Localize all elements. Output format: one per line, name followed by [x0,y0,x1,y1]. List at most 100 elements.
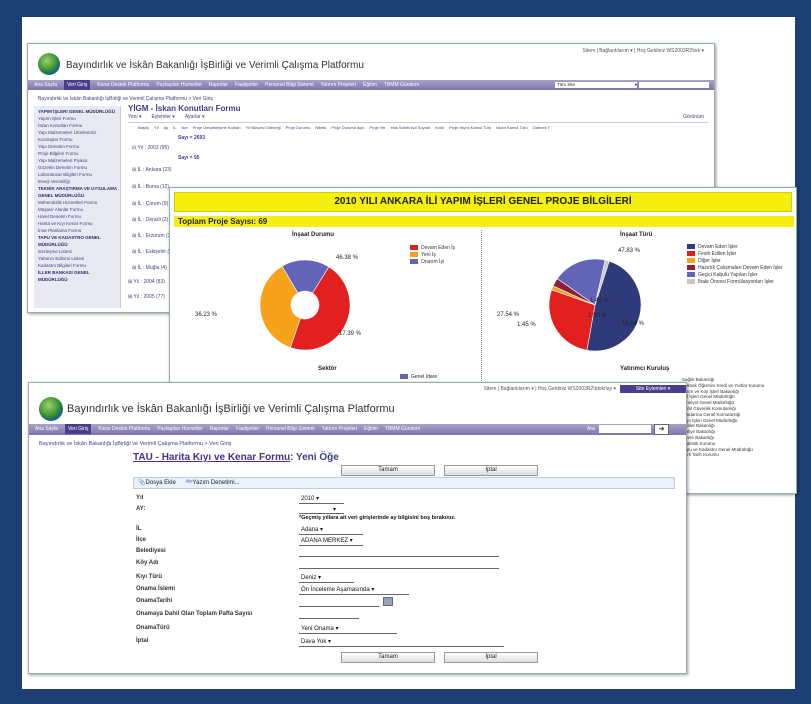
sidebar-item[interactable]: Kadastro Bilgileri Formu [34,262,120,269]
nav-item[interactable]: Faaliyetler [236,424,259,434]
sidebar-item[interactable]: Yapı Malzemeleri Piyasa [34,157,120,164]
pie-data-label: 1.45 % [590,298,609,304]
sidebar-item[interactable]: Yapı Malzemeleri Ürünlerimiz [34,129,120,136]
site-actions-menu[interactable]: Site Eylemleri ▾ [620,385,686,393]
nav-item[interactable]: Faaliyetler [235,80,258,90]
group-row[interactable]: ⊞ İL : Denizli (2) [132,217,168,223]
group-row[interactable]: ⊞ İL : Çorum (9) [132,201,168,207]
nav-item[interactable]: Eğitim [364,424,378,434]
column-header[interactable]: Proje Durumu açık [331,125,364,130]
sidebar-item[interactable]: Enerji Verimliliği [34,178,120,185]
sidebar-item[interactable]: Yapı Denetim Formu [34,143,120,150]
sidebar-item[interactable]: Yapım İşleri Formu [34,115,120,122]
nav-item[interactable]: TBMM Gündem [384,80,419,90]
nav-item[interactable]: Karar Destek Platformu [98,424,150,434]
ok-button[interactable]: Tamam [341,652,435,663]
view-selector[interactable]: Görünüm [683,114,704,120]
sidebar-item[interactable]: Proje Bilgileri Formu [34,150,120,157]
toolbar-new-menu[interactable]: Yeni ▾ [128,114,141,120]
legend-swatch [687,251,695,257]
cancel-button[interactable]: İptal [444,465,538,476]
sidebar-item[interactable]: Mühendislik Hizmetleri Formu [34,199,120,206]
pie-data-label: 47.83 % [618,248,641,254]
approval-date-input[interactable] [299,598,379,607]
ok-button[interactable]: Tamam [341,465,435,476]
column-header[interactable]: Nitelik [315,125,326,130]
group-row[interactable]: ⊞ İL : Eskişehir (5) [132,249,174,255]
nav-item[interactable]: Veri Giriş [65,424,92,434]
sidebar-item[interactable]: İmar Planlama Formu [34,227,120,234]
approval-process-select-underline [299,586,409,595]
nav-item[interactable]: Raporlar [209,80,228,90]
cancel-button[interactable]: İptal [444,652,538,663]
legend-label: Genel İdare [411,374,438,380]
field-label: Belediyesi [136,548,166,554]
sidebar-item[interactable]: İskan Konutları Formu [34,122,120,129]
group-row[interactable]: ⊞ İL : Muğla (4) [132,265,167,271]
group-row[interactable]: ⊞ Yıl : 2004 (83) [128,279,165,285]
sidebar-item[interactable]: İLLER BANKASI GENEL MÜDÜRLÜĞÜ [34,269,120,283]
sidebar-item[interactable]: YAPIM İŞLERİ GENEL MÜDÜRLÜĞÜ [34,108,120,115]
attach-button[interactable]: Dosya Ekle [145,480,175,486]
nav-item[interactable]: Karar Destek Platformu [97,80,149,90]
group-row[interactable]: ⊟ Yıl : 2003 (95) [132,145,169,151]
sidebar-item[interactable]: Müşavir Alanlar Formu [34,206,120,213]
column-header[interactable]: Proje Hiçmi Kamul Türü [449,125,491,130]
nav-item[interactable]: Paylaşılan Hizmetler [157,424,203,434]
toolbar-settings-menu[interactable]: Ayarlar ▾ [185,114,205,120]
sidebar-item[interactable]: Harel Denetim Formu [34,213,120,220]
breadcrumb[interactable]: Bayındırlık ve İskân Bakanlığı İşBirliği… [38,96,213,102]
village-input[interactable] [299,560,499,569]
group-row[interactable]: ⊞ İL : Ankara (23) [132,167,172,173]
search-input[interactable] [599,425,651,433]
nav-item[interactable]: Personel Bilgi Sistemi [265,80,313,90]
column-header[interactable]: Kodlı [435,125,444,130]
column-header[interactable]: İlce [182,125,188,130]
sidebar-item[interactable]: Kuruluşlar Formu [34,136,120,143]
search-scope-select[interactable]: Tüm Site ▾ [555,82,637,88]
spellcheck-button[interactable]: Yazım Denetimi... [193,480,240,486]
column-header[interactable]: İskan Kamul Türü [496,125,527,130]
nav-item[interactable]: Ana Sayfa [35,424,58,434]
sheet-count-input[interactable] [299,610,359,619]
column-header[interactable]: Başlık [138,125,149,130]
sidebar-item[interactable]: Yabancı Edinimi Listesi [34,255,120,262]
municipality-input[interactable] [299,548,499,557]
column-header[interactable]: Ay [164,125,169,130]
column-header[interactable]: Yıl [154,125,159,130]
breadcrumb[interactable]: Bayındırlık ve İskân Bakanlığı İşBirliği… [39,441,231,447]
nav-item[interactable]: Paylaşılan Hizmetler [156,80,202,90]
calendar-icon[interactable] [383,597,393,606]
top-bar-text[interactable]: Sitem | Bağlantılarım ▾ | Hoş Geldiniz W… [484,386,616,392]
group-row[interactable]: ⊞ İL : Bursa (12) [132,184,169,190]
nav-item[interactable]: Yatırım Projeleri [321,80,356,90]
toolbar-actions-menu[interactable]: Eylemler ▾ [151,114,174,120]
sidebar-item[interactable]: TAPU VE KADASTRO GENEL MÜDÜRLÜĞÜ [34,234,120,248]
pie-data-label: 27.54 % [497,312,520,318]
nav-item[interactable]: Personel Bilgi Sistemi [266,424,314,434]
column-header[interactable]: Hak Sahibi Adi Soyadi [391,125,430,130]
chart1-title: İnşaat Durumu [292,232,335,238]
column-header[interactable]: İL [173,125,176,130]
nav-item[interactable]: TBMM Gündem [385,424,420,434]
nav-item[interactable]: Veri Giriş [64,80,91,90]
group-row[interactable]: ⊞ Yıl : 2005 (77) [128,294,165,300]
column-header[interactable]: Proje Gerçekleşme Kodları [193,125,241,130]
group-row[interactable]: ⊞ İL : Erzurum (3) [132,233,172,239]
column-header[interactable]: Proje Durumu [286,125,311,130]
nav-item[interactable]: Raporlar [210,424,229,434]
nav-item[interactable]: Ana Sayfa [34,80,57,90]
sidebar-item[interactable]: Laboratuvar Bilgileri Formu [34,171,120,178]
column-header[interactable]: Proje Yer [369,125,385,130]
search-button[interactable]: ➔ [654,424,669,435]
sidebar-item[interactable]: Gözetim Denetim Formu [34,164,120,171]
form-title-link[interactable]: TAU - Harita Kıyı ve Kenar Formu [133,452,290,463]
column-header[interactable]: Ödenek T [533,125,551,130]
column-header[interactable]: Yıl Bütçesi Ödeneği [246,125,281,130]
sidebar-item[interactable]: Sözleşme Listesi [34,248,120,255]
nav-item[interactable]: Eğitim [363,80,377,90]
search-input[interactable] [639,82,709,88]
sidebar-item[interactable]: Harita ve Kıyı Kenar Formu [34,220,120,227]
nav-item[interactable]: Yatırım Projeleri [322,424,357,434]
sidebar-item[interactable]: TEKNİK ARAŞTIRMA VE UYGULAMA GENEL MÜDÜR… [34,185,120,199]
